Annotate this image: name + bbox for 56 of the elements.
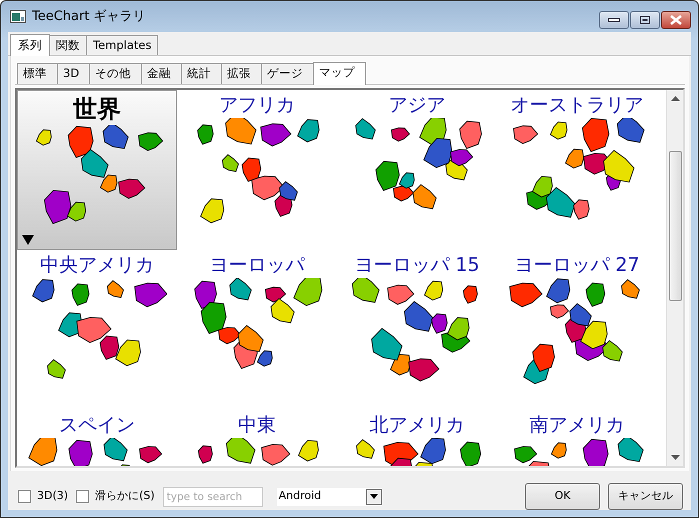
gallery-tile[interactable]: ヨーロッパ 27 [497,250,657,410]
tile-label: オーストラリア [510,94,644,116]
window-title: TeeChart ギャラリ [32,8,146,26]
scroll-up-icon[interactable] [670,94,680,100]
dropdown-arrow-icon [370,494,378,499]
tab[interactable]: その他 [89,63,142,84]
maximize-icon [640,16,650,24]
scrollbar-thumb[interactable] [668,150,682,300]
tile-label: ヨーロッパ 27 [514,254,640,276]
tab[interactable]: 系列 [10,34,50,56]
gallery-tile[interactable]: ヨーロッパ 15 [337,250,497,410]
checkbox[interactable] [18,490,31,503]
tile-label: 中央アメリカ [40,254,154,276]
tab[interactable]: ゲージ [261,63,314,84]
gallery-tile[interactable]: ヨーロッパ [177,250,337,410]
close-icon [669,15,683,25]
gallery-tile[interactable]: 中央アメリカ [17,250,177,410]
tab[interactable]: 拡張 [221,63,262,84]
close-button[interactable] [661,11,691,29]
gallery-tile[interactable]: アジア [337,90,497,250]
scrollbar[interactable] [666,90,683,466]
gallery-tile[interactable]: 世界 [17,90,177,250]
tab[interactable]: 金融 [141,63,182,84]
tile-label: スペイン [59,414,135,436]
tab[interactable]: 統計 [181,63,222,84]
minimize-button[interactable] [599,11,629,29]
scroll-down-icon[interactable] [670,454,680,460]
tile-label: 北アメリカ [370,414,464,436]
dropdown-triangle-icon[interactable] [22,234,34,244]
gallery-tile[interactable]: オーストラリア [497,90,657,250]
checkbox-label: 3D(3) [37,488,68,504]
tile-label: ヨーロッパ [210,254,304,276]
app-icon [10,10,26,23]
tab[interactable]: 標準 [17,63,58,84]
tile-label: アフリカ [219,94,295,116]
gallery-tile[interactable]: 中東 [177,410,337,466]
tile-label: 中東 [238,414,276,436]
tab[interactable]: Templates [86,35,158,56]
style-dropdown[interactable]: Android [276,488,382,506]
checkbox-label: 滑らかに(S) [95,488,155,504]
checkbox[interactable] [76,490,90,503]
gallery-tile[interactable]: スペイン [17,410,177,466]
tab[interactable]: マップ [313,62,366,84]
maximize-button[interactable] [630,11,660,29]
ok-button[interactable]: OK [525,483,600,510]
search-field[interactable]: type to search [162,486,263,506]
gallery-tile[interactable]: 北アメリカ [337,410,497,466]
tile-label: 世界 [73,94,121,124]
tile-label: 南アメリカ [530,414,624,436]
gallery-tile[interactable]: 南アメリカ [497,410,657,466]
tile-label: アジア [388,94,446,116]
tile-label: ヨーロッパ 15 [354,254,480,276]
cancel-button[interactable]: キャンセル [608,483,683,510]
gallery-tile[interactable]: アフリカ [177,90,337,250]
tab[interactable]: 3D [57,63,90,84]
minimize-icon [608,18,620,22]
